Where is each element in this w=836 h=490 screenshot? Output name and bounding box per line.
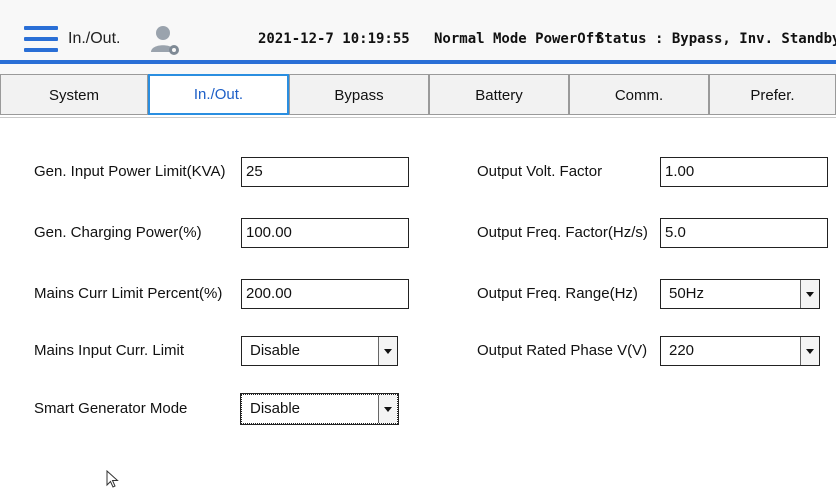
mains-input-curr-limit-label: Mains Input Curr. Limit	[34, 342, 185, 359]
tab-prefer[interactable]: Prefer.	[709, 74, 836, 115]
chevron-down-icon[interactable]	[378, 395, 397, 423]
output-freq-range-select[interactable]: 50Hz	[660, 279, 820, 309]
chevron-down-icon[interactable]	[800, 280, 819, 308]
smart-generator-mode-value: Disable	[250, 400, 301, 417]
tab-bypass[interactable]: Bypass	[289, 74, 429, 115]
mains-curr-limit-percent-label: Mains Curr Limit Percent(%)	[34, 285, 223, 302]
chevron-down-icon[interactable]	[378, 337, 397, 365]
output-rated-phase-v-label: Output Rated Phase V(V)	[477, 342, 648, 359]
datetime-display: 2021-12-7 10:19:55	[258, 31, 410, 47]
status-display: Status : Bypass, Inv. Standby	[596, 31, 836, 47]
chevron-down-icon[interactable]	[800, 337, 819, 365]
output-freq-range-label: Output Freq. Range(Hz)	[477, 285, 638, 302]
user-settings-icon[interactable]	[150, 24, 180, 56]
tab-comm[interactable]: Comm.	[569, 74, 709, 115]
output-freq-range-value: 50Hz	[669, 285, 705, 302]
mouse-cursor-icon	[106, 470, 119, 488]
smart-generator-mode-label: Smart Generator Mode	[34, 400, 188, 417]
smart-generator-mode-select[interactable]: Disable	[240, 393, 399, 425]
gen-charging-power-label: Gen. Charging Power(%)	[34, 224, 202, 241]
tab-system[interactable]: System	[0, 74, 148, 115]
gen-input-power-limit-label: Gen. Input Power Limit(KVA)	[34, 163, 226, 180]
mode-display: Normal Mode PowerOff	[434, 31, 603, 47]
mains-curr-limit-percent-field[interactable]: 200.00	[241, 279, 409, 309]
output-freq-factor-field[interactable]: 5.0	[660, 218, 828, 248]
gen-input-power-limit-field[interactable]: 25	[241, 157, 409, 187]
tab-battery[interactable]: Battery	[429, 74, 569, 115]
mains-input-curr-limit-select[interactable]: Disable	[241, 336, 398, 366]
hamburger-menu-icon[interactable]	[24, 26, 58, 52]
output-volt-factor-field[interactable]: 1.00	[660, 157, 828, 187]
tab-bar: System In./Out. Bypass Battery Comm. Pre…	[0, 74, 836, 117]
gen-charging-power-field[interactable]: 100.00	[241, 218, 409, 248]
mains-input-curr-limit-value: Disable	[250, 342, 301, 359]
output-volt-factor-label: Output Volt. Factor	[477, 163, 603, 180]
output-freq-factor-label: Output Freq. Factor(Hz/s)	[477, 224, 648, 241]
tab-in-out[interactable]: In./Out.	[148, 74, 289, 115]
tab-divider	[0, 117, 836, 118]
output-rated-phase-v-value: 220	[669, 342, 695, 359]
header-accent-line	[0, 60, 836, 64]
output-rated-phase-v-select[interactable]: 220	[660, 336, 820, 366]
page-title: In./Out.	[68, 30, 121, 47]
